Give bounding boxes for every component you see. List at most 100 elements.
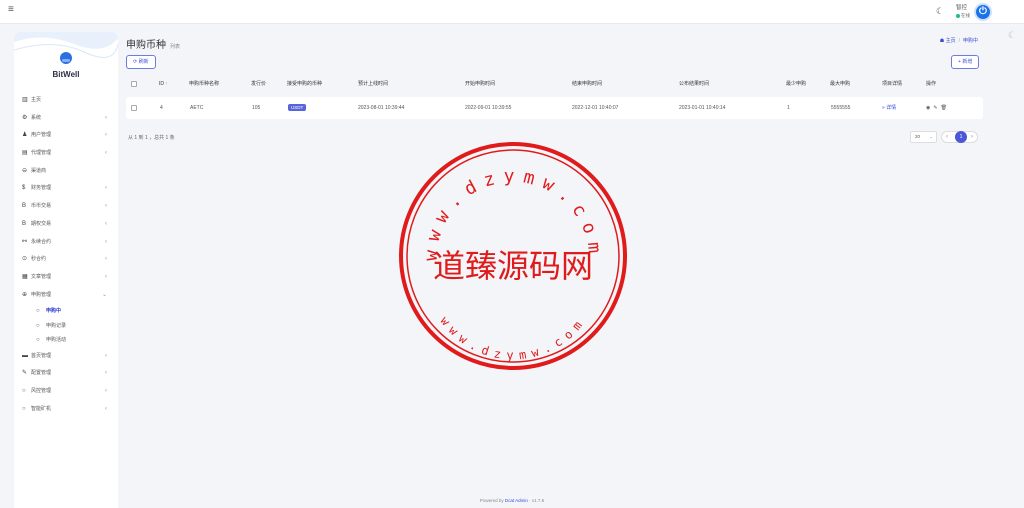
table-row: 4 AETC 105 USDT 2023-08-01 10:39:44 2022… [126,97,983,119]
chevron-icon: ‹ [105,203,107,210]
delete-icon[interactable]: 🗑 [941,105,947,111]
col-currency: 接受申购的币种 [287,81,323,87]
sidebar-item-sidebar-items-7[interactable]: B 期权交易 ‹ [14,216,118,234]
chevron-icon: ‹ [105,388,107,395]
user-info[interactable]: 智控 在线 [956,5,970,19]
chevron-icon: ⌄ [101,291,107,298]
home-icon: ☗ [939,38,945,44]
next-page-button[interactable]: › [971,132,973,142]
sidebar-item-sidebar-items-1[interactable]: ⚙ 系统 ‹ [14,110,118,128]
footer-powered-by: Powered by Dcat Admin · v1.7.8 [479,498,545,503]
sidebar-item-label: 申购管理 [31,291,52,298]
sidebar-item-sidebar-items-0[interactable]: ▥ 主页 [14,92,118,110]
sidebar-item-label: 申购记录 [46,322,67,329]
col-max: 最大申购 [830,81,851,87]
sidebar-item-label: 代理管理 [31,150,52,157]
sidebar-item-sidebar-items_after-0[interactable]: ▬ 首页管理 ‹ [14,348,118,366]
sidebar-item-sidebar-subitems-2[interactable]: ○ 申购活动 [14,333,118,348]
sidebar-item-sidebar-items_after-2[interactable]: ○ 风控管理 ‹ [14,383,118,401]
col-name: 申购币种名称 [189,81,220,87]
col-actions: 操作 [926,81,937,87]
sidebar-item-sidebar-items-8[interactable]: ⚯ 永续合约 ‹ [14,234,118,252]
chevron-icon: ‹ [105,238,107,245]
row-checkbox[interactable] [131,97,137,119]
currency-badge: USDT [288,104,307,112]
cell-start-time: 2022-09-01 10:39:55 [465,105,512,111]
sidebar-item-icon: ○ [36,308,40,315]
hamburger-icon[interactable]: ≡ [8,5,14,15]
sidebar-item-sidebar-subitems-0[interactable]: ○ 申购中 [14,304,118,319]
col-id[interactable]: ID ↑ [159,77,168,91]
pager: ‹ 1 › [941,131,978,143]
sidebar-item-sidebar-items-3[interactable]: ▤ 代理管理 ‹ [14,145,118,163]
current-page-button[interactable]: 1 [955,131,967,143]
col-start-time: 开始申购时间 [465,81,496,87]
power-icon[interactable]: ⏻ [974,3,992,21]
cell-max: 5555555 [831,105,851,111]
chevron-icon: ‹ [105,114,107,121]
watermark-stamp: www.dzymw.com 道臻源码网 www.dzymw.com [399,142,627,370]
sidebar-item-label: 首页管理 [31,352,52,359]
sidebar-item-label: 系统 [31,114,42,121]
chevron-icon: ‹ [105,370,107,377]
page-size-select[interactable]: 20 ⌄ [910,131,937,143]
sidebar-item-icon: ○ [36,337,40,344]
breadcrumb-current: 申购中 [962,38,978,44]
cell-result-time: 2023-01-01 10:40:14 [679,105,726,111]
sidebar-item-sidebar-items-6[interactable]: B 币币交易 ‹ [14,198,118,216]
sidebar-item-sidebar-items-9[interactable]: ⊙ 秒合约 ‹ [14,251,118,269]
row-actions: ◉ ✎ 🗑 [926,97,950,119]
sidebar-item-sidebar-items-4[interactable]: ⊖ 渠道商 [14,163,118,181]
cell-name: AETC [190,105,204,111]
moon-icon[interactable]: ☾ [936,6,944,17]
sidebar-item-label: 用户管理 [31,132,52,139]
sidebar-item-sidebar-items-11[interactable]: ⊕ 申购管理 ⌄ [14,287,118,305]
col-min: 最少申购 [786,81,807,87]
sidebar-item-sidebar-subitems-1[interactable]: ○ 申购记录 [14,319,118,334]
watermark-bottom-text: www.dzymw.com [437,314,588,363]
sidebar-item-label: 秒合约 [31,256,47,263]
breadcrumb-home[interactable]: 主页 [946,38,956,44]
top-navbar: ≡ ☾ 智控 在线 ⏻ [0,0,1024,24]
dcat-admin-link[interactable]: Dcat Admin [505,498,528,503]
cell-end-time: 2022-12-01 10:40:07 [572,105,619,111]
brand-name: BitWell [52,70,80,79]
plus-icon: + [958,59,961,65]
refresh-button[interactable]: ⟳ 刷新 [126,55,156,69]
add-button[interactable]: + 新增 [951,55,980,69]
sidebar-item-label: 风控管理 [31,388,52,395]
sidebar-item-sidebar-items-5[interactable]: $ 财务管理 ‹ [14,180,118,198]
user-status: 在线 [956,12,970,19]
cell-currency: USDT [288,97,307,119]
sidebar-item-label: 申购中 [46,308,62,315]
sidebar-item-sidebar-items-10[interactable]: ▦ 文章管理 ‹ [14,269,118,287]
edit-icon[interactable]: ✎ [933,105,937,111]
col-end-time: 结束申购时间 [572,81,603,87]
sidebar-item-icon: ⚯ [22,238,28,245]
select-all-checkbox[interactable] [131,77,137,91]
detail-link[interactable]: » 详情 [882,97,896,119]
sort-icon[interactable]: ↑ [165,81,168,87]
col-detail: 项目详情 [882,81,903,87]
sidebar-item-icon: B [22,220,27,227]
page-subtitle: 列表 [170,44,181,50]
chevron-icon: ‹ [105,185,107,192]
chevron-icon: ‹ [105,273,107,280]
col-price: 发行价 [251,81,267,87]
sidebar-item-label: 主页 [31,97,42,103]
sidebar-item-label: 文章管理 [31,273,52,280]
theme-toggle-icon[interactable]: ☾ [1008,30,1016,41]
sidebar-item-sidebar-items_after-1[interactable]: ✎ 配置管理 ‹ [14,365,118,383]
watermark-top-text: www.dzymw.com [421,166,606,262]
sidebar-item-sidebar-items_after-3[interactable]: ○ 智能矿机 ‹ [14,401,118,419]
view-icon[interactable]: ◉ [926,105,930,111]
cell-price: 105 [252,105,261,111]
sidebar-item-label: 申购活动 [46,337,67,344]
sidebar-item-sidebar-items-2[interactable]: ♟ 用户管理 ‹ [14,127,118,145]
prev-page-button[interactable]: ‹ [946,132,948,142]
sidebar-item-icon: B [22,203,27,210]
sidebar-item-icon: ⊖ [22,167,28,174]
table-header: ID ↑ 申购币种名称 发行价 接受申购的币种 预计上线时间 开始申购时间 结束… [126,77,983,91]
sidebar-item-icon: ▦ [22,273,28,280]
sidebar-item-icon: ⚙ [22,114,28,121]
